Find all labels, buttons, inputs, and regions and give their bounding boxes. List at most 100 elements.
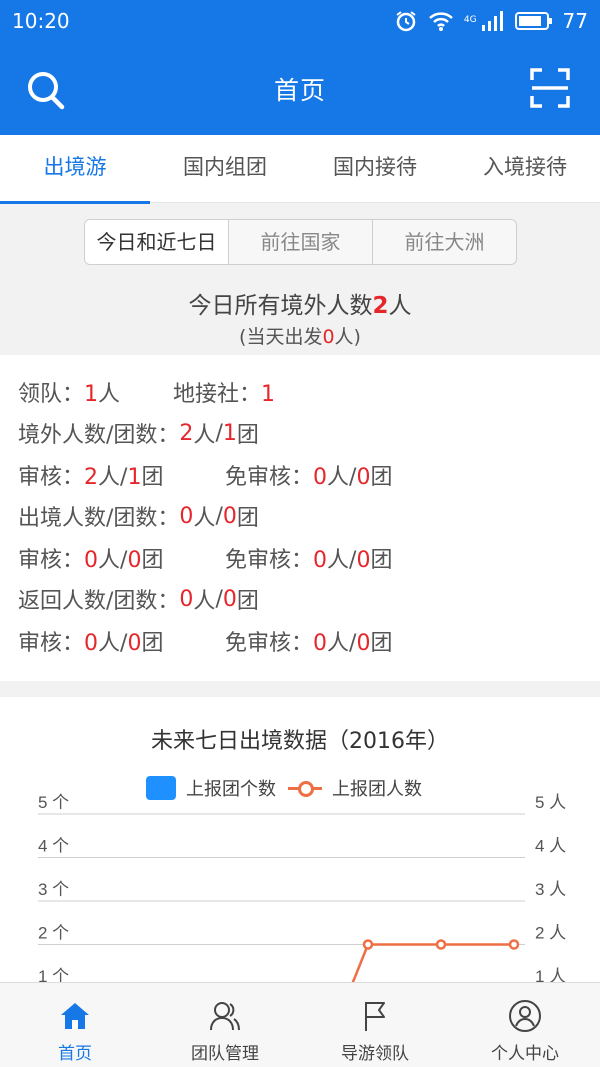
status-icons: 4G 77 (394, 9, 588, 33)
y-left-tick-label: 5 个 (38, 793, 69, 812)
unit-people: 人 (98, 630, 121, 656)
nav-home[interactable]: 首页 (0, 983, 150, 1067)
abroad-groups: 1 (222, 420, 237, 446)
segment-country[interactable]: 前往国家 (228, 220, 372, 264)
leader-value: 1 (84, 381, 99, 407)
nav-team-label: 团队管理 (191, 1044, 259, 1064)
network-type: 4G (463, 15, 477, 25)
y-right-tick-label: 4 人 (535, 837, 566, 856)
flag-icon (365, 1002, 385, 1031)
segment-today-week[interactable]: 今日和近七日 (85, 220, 228, 264)
unit-group: 团 (141, 630, 164, 656)
category-tabs: 出境游 国内组团 国内接待 入境接待 (0, 135, 600, 204)
exit-exempt-people: 0 (313, 547, 328, 573)
return-exempt-groups: 0 (356, 630, 371, 656)
chart-plot: 5 个5 人4 个4 人3 个3 人2 个2 人1 个1 人 (38, 793, 566, 1017)
today-summary: 今日所有境外人数2人 (当天出发0人) (0, 286, 600, 349)
return-audit-groups: 0 (127, 630, 142, 656)
leader-unit: 人 (98, 381, 121, 407)
unit-people: 人 (193, 589, 216, 615)
leader-cell: 领队：1人 (18, 376, 173, 408)
exempt-label: 免审核： (225, 464, 314, 490)
y-left-tick-label: 2 个 (38, 924, 69, 943)
subline-prefix: (当天出发 (239, 326, 323, 348)
stats-row-return-audit: 审核：0人/0团 免审核：0人/0团 (18, 620, 600, 662)
summary-subline: (当天出发0人) (0, 322, 600, 349)
return-audit-people: 0 (84, 630, 99, 656)
tab-inbound-reception[interactable]: 入境接待 (450, 135, 600, 202)
agency-value: 1 (261, 381, 276, 407)
nav-guide[interactable]: 导游领队 (300, 983, 450, 1067)
unit-people: 人 (98, 547, 121, 573)
unit-group: 团 (236, 506, 259, 532)
unit-people: 人 (98, 464, 121, 490)
abroad-label: 境外人数/团数： (18, 423, 180, 449)
stats-row-leader: 领队：1人 地接社：1 (18, 371, 600, 413)
return-exempt-people: 0 (313, 630, 328, 656)
wifi-icon (428, 12, 453, 31)
title-bar: 首页 (0, 42, 600, 135)
exempt-label: 免审核： (225, 630, 314, 656)
tab-domestic-group[interactable]: 国内组团 (150, 135, 300, 202)
exempt-cell: 免审核：0人/0团 (225, 542, 392, 574)
abroad-people: 2 (179, 420, 194, 446)
unit-group: 团 (370, 630, 393, 656)
status-time: 10:20 (12, 9, 70, 33)
summary-headline: 今日所有境外人数2人 (0, 286, 600, 320)
nav-profile-label: 个人中心 (491, 1044, 559, 1064)
battery-icon (514, 12, 552, 30)
team-icon (210, 1002, 240, 1031)
exit-people: 0 (179, 503, 194, 529)
exempt-label: 免审核： (225, 547, 314, 573)
data-point-people (508, 939, 520, 950)
leader-label: 领队： (18, 381, 85, 407)
slash: / (215, 503, 223, 529)
audit-cell: 审核：0人/0团 (18, 542, 225, 574)
scan-icon[interactable] (530, 68, 570, 108)
bottom-nav: 首页 团队管理 导游领队 个人中心 (0, 982, 600, 1067)
search-icon[interactable] (24, 68, 68, 112)
y-right-tick-label: 5 人 (535, 793, 566, 812)
exempt-cell: 免审核：0人/0团 (225, 625, 392, 657)
exempt-cell: 免审核：0人/0团 (225, 459, 392, 491)
user-icon (509, 1000, 541, 1032)
return-people: 0 (179, 586, 194, 612)
unit-group: 团 (236, 423, 259, 449)
data-point-people (362, 939, 374, 950)
stats-row-abroad-audit: 审核：2人/1团 免审核：0人/0团 (18, 454, 600, 496)
stats-row-abroad: 境外人数/团数： 2 人/1 团 (18, 413, 600, 455)
home-icon (61, 1003, 89, 1029)
y-left-tick-label: 4 个 (38, 837, 69, 856)
unit-group: 团 (236, 589, 259, 615)
summary-count: 2 (372, 293, 389, 319)
subline-suffix: 人) (334, 326, 361, 348)
return-label: 返回人数/团数： (18, 589, 180, 615)
audit-label: 审核： (18, 464, 85, 490)
abroad-audit-people: 2 (84, 464, 99, 490)
y-left-tick-label: 3 个 (38, 880, 69, 899)
nav-profile[interactable]: 个人中心 (450, 983, 600, 1067)
unit-people: 人 (193, 506, 216, 532)
unit-group: 团 (370, 547, 393, 573)
nav-team[interactable]: 团队管理 (150, 983, 300, 1067)
unit-people: 人 (327, 630, 350, 656)
audit-cell: 审核：2人/1团 (18, 459, 225, 491)
status-bar: 10:20 4G 77 (0, 0, 600, 42)
unit-group: 团 (141, 464, 164, 490)
tab-domestic-reception[interactable]: 国内接待 (300, 135, 450, 202)
stats-row-exit-audit: 审核：0人/0团 免审核：0人/0团 (18, 537, 600, 579)
app-header: 10:20 4G 77 首页 (0, 0, 600, 135)
subline-count: 0 (322, 326, 335, 348)
return-groups: 0 (222, 586, 237, 612)
unit-people: 人 (327, 464, 350, 490)
exit-label: 出境人数/团数： (18, 506, 180, 532)
chart-card: 未来七日出境数据（2016年） 上报团个数 上报团人数 5 个5 人4 个4 人… (0, 697, 600, 1017)
alarm-icon (396, 11, 416, 32)
tab-outbound[interactable]: 出境游 (0, 135, 150, 204)
segment-continent[interactable]: 前往大洲 (372, 220, 516, 264)
nav-guide-label: 导游领队 (341, 1044, 409, 1064)
y-right-tick-label: 3 人 (535, 880, 566, 899)
unit-group: 团 (141, 547, 164, 573)
unit-people: 人 (193, 423, 216, 449)
data-point-people (435, 939, 447, 950)
